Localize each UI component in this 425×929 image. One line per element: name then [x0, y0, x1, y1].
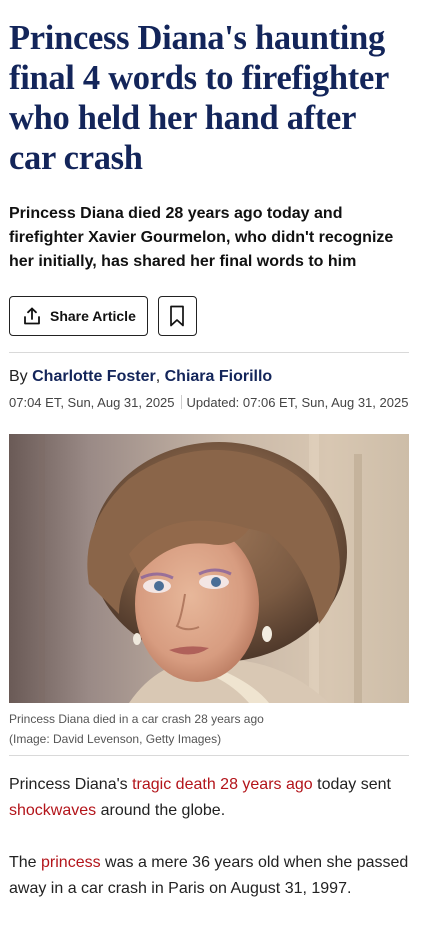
article-standfirst: Princess Diana died 28 years ago today a…	[9, 205, 394, 270]
link-princess[interactable]: princess	[41, 854, 101, 871]
body-text: Princess Diana's	[9, 776, 133, 793]
body-text: The	[9, 854, 42, 871]
link-shockwaves[interactable]: shockwaves	[9, 802, 96, 819]
body-text: around the globe.	[96, 802, 226, 819]
article-headline: Princess Diana's haunting final 4 words …	[9, 19, 389, 177]
bookmark-button[interactable]	[157, 296, 197, 336]
share-article-button[interactable]: Share Article	[9, 296, 148, 336]
author-link-charlotte-foster[interactable]: Charlotte Foster	[32, 368, 156, 385]
byline: By Charlotte Foster, Chiara Fiorillo	[9, 367, 409, 387]
share-article-label: Share Article	[50, 308, 136, 324]
image-credit: (Image: David Levenson, Getty Images)	[9, 732, 222, 746]
author-link-chiara-fiorillo[interactable]: Chiara Fiorillo	[165, 368, 273, 385]
body-text: today sent	[312, 776, 391, 793]
image-caption: Princess Diana died in a car crash 28 ye…	[9, 709, 409, 749]
divider	[9, 755, 409, 756]
article-page: Princess Diana's haunting final 4 words …	[0, 0, 425, 929]
article-hero-image	[9, 434, 409, 703]
link-tragic-death[interactable]: tragic death 28 years ago	[132, 776, 313, 793]
updated-date: Updated: 07:06 ET, Sun, Aug 31, 2025	[186, 395, 409, 410]
article-actions: Share Article	[9, 296, 409, 336]
published-date: 07:04 ET, Sun, Aug 31, 2025	[9, 395, 175, 410]
article-dates: 07:04 ET, Sun, Aug 31, 2025 Updated: 07:0…	[9, 394, 409, 411]
bookmark-icon	[169, 305, 185, 327]
byline-separator: ,	[155, 368, 161, 385]
byline-prefix: By	[9, 368, 28, 385]
divider	[9, 352, 409, 353]
share-icon	[22, 306, 42, 326]
body-paragraph: The princess was a mere 36 years old whe…	[9, 850, 409, 902]
image-caption-text: Princess Diana died in a car crash 28 ye…	[9, 712, 264, 726]
date-separator	[180, 395, 182, 409]
article-body: Princess Diana's tragic death 28 years a…	[9, 772, 409, 902]
body-paragraph: Princess Diana's tragic death 28 years a…	[9, 772, 409, 824]
